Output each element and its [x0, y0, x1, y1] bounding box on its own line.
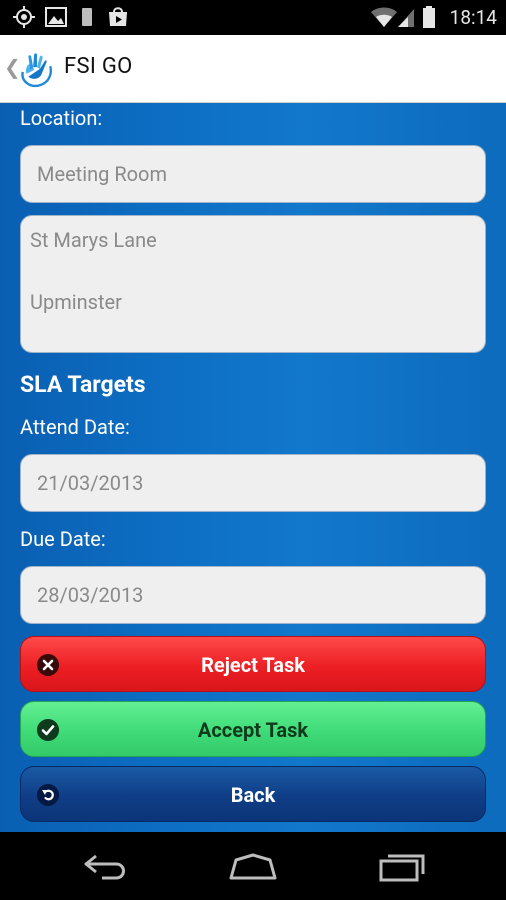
due-date-label: Due Date:	[20, 527, 106, 551]
sla-targets-heading: SLA Targets	[20, 371, 146, 398]
reject-task-button[interactable]: Reject Task	[20, 636, 486, 692]
back-nav-icon[interactable]	[82, 852, 130, 882]
system-navigation-bar	[0, 832, 506, 900]
attend-date-field[interactable]: 21/03/2013	[20, 454, 486, 512]
status-time: 18:14	[449, 6, 497, 29]
reject-task-label: Reject Task	[201, 653, 305, 677]
play-store-icon	[109, 7, 127, 26]
accept-task-label: Accept Task	[197, 718, 309, 742]
battery-icon	[423, 6, 435, 28]
status-bar: 18:14	[0, 0, 506, 35]
image-icon	[45, 7, 67, 27]
reject-x-icon	[37, 654, 59, 676]
task-detail-content[interactable]: Location: Meeting Room St Marys Lane Upm…	[0, 103, 506, 832]
location-label: Location:	[20, 106, 103, 130]
gps-icon	[13, 6, 35, 28]
location-name-field[interactable]: Meeting Room	[20, 145, 486, 203]
accept-task-button[interactable]: Accept Task	[20, 701, 486, 757]
back-label: Back	[230, 783, 276, 807]
phone-icon	[82, 8, 92, 26]
recents-nav-icon[interactable]	[378, 852, 426, 882]
accept-check-icon	[37, 719, 59, 741]
undo-arrow-icon	[37, 784, 59, 806]
attend-date-label: Attend Date:	[20, 415, 130, 439]
address-line2: Upminster	[30, 290, 122, 314]
wifi-icon	[371, 7, 397, 27]
fsi-hand-logo-icon[interactable]	[17, 51, 55, 89]
address-line1: St Marys Lane	[30, 228, 157, 252]
app-title: FSI GO	[64, 54, 133, 79]
address-field[interactable]: St Marys Lane Upminster	[20, 215, 486, 353]
back-button[interactable]: Back	[20, 766, 486, 822]
due-date-value: 28/03/2013	[37, 583, 144, 607]
due-date-field[interactable]: 28/03/2013	[20, 566, 486, 624]
signal-icon	[398, 9, 414, 27]
location-name-value: Meeting Room	[37, 162, 167, 186]
home-nav-icon[interactable]	[228, 852, 278, 882]
action-bar: ❮ FSI GO	[0, 35, 506, 103]
attend-date-value: 21/03/2013	[37, 471, 144, 495]
